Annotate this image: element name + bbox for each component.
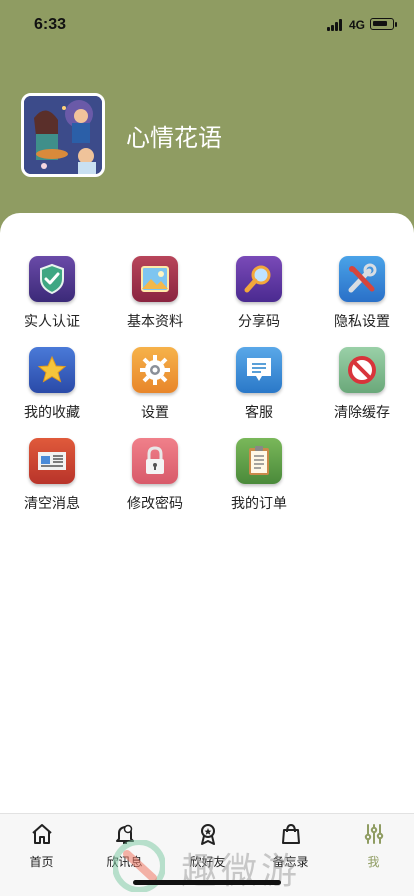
menu-sheet: 实人认证 基本资料 分享码 隐私设置 我的收藏 设置 客服 清除缓存 清空消息 …	[0, 213, 414, 896]
sliders-icon	[364, 824, 384, 844]
menu-item-label: 修改密码	[127, 496, 183, 512]
tools-icon	[339, 256, 385, 302]
news-icon	[29, 438, 75, 484]
avatar[interactable]	[21, 93, 105, 177]
avatar-illustration	[24, 96, 102, 174]
status-bar: 6:33 4G	[0, 0, 414, 48]
lock-icon	[132, 438, 178, 484]
menu-item-label: 我的收藏	[24, 405, 80, 421]
watermark-text: 趣微游	[181, 851, 302, 892]
menu-item-label: 实人认证	[24, 314, 80, 330]
menu-item-my-favorites[interactable]: 我的收藏	[0, 347, 104, 427]
clipboard-icon	[236, 438, 282, 484]
menu-item-customer-service[interactable]: 客服	[207, 347, 311, 427]
chat-bubble-icon	[236, 347, 282, 393]
profile-header: 6:33 4G 心情花语	[0, 0, 414, 240]
menu-item-label: 分享码	[238, 314, 280, 330]
gear-icon	[132, 347, 178, 393]
tab-label: 我	[367, 855, 380, 869]
no-entry-icon	[339, 347, 385, 393]
network-type: 4G	[349, 18, 366, 32]
star-icon	[29, 347, 75, 393]
battery-cap	[395, 22, 397, 27]
tab-me[interactable]: 我	[332, 822, 414, 872]
menu-item-label: 设置	[141, 405, 169, 421]
tab-home[interactable]: 首页	[0, 822, 83, 872]
menu-item-label: 客服	[245, 405, 273, 421]
status-time: 6:33	[34, 16, 67, 33]
image-icon	[132, 256, 178, 302]
menu-item-label: 基本资料	[127, 314, 183, 330]
battery-icon	[370, 18, 394, 30]
menu-item-label: 我的订单	[231, 496, 287, 512]
menu-item-my-orders[interactable]: 我的订单	[207, 438, 311, 518]
menu-item-label: 清空消息	[24, 496, 80, 512]
signal-icon	[327, 19, 345, 31]
magnifier-icon	[236, 256, 282, 302]
home-indicator	[133, 880, 281, 885]
menu-item-clear-cache[interactable]: 清除缓存	[310, 347, 414, 427]
shield-check-icon	[29, 256, 75, 302]
menu-item-label: 隐私设置	[334, 314, 390, 330]
username: 心情花语	[126, 124, 222, 152]
tab-label: 首页	[29, 855, 54, 869]
menu-item-privacy-settings[interactable]: 隐私设置	[310, 256, 414, 336]
menu-item-change-password[interactable]: 修改密码	[103, 438, 207, 518]
menu-item-share-code[interactable]: 分享码	[207, 256, 311, 336]
menu-item-real-name-auth[interactable]: 实人认证	[0, 256, 104, 336]
menu-item-settings[interactable]: 设置	[103, 347, 207, 427]
home-icon	[32, 824, 52, 844]
menu-item-label: 清除缓存	[334, 405, 390, 421]
menu-item-basic-info[interactable]: 基本资料	[103, 256, 207, 336]
menu-item-clear-messages[interactable]: 清空消息	[0, 438, 104, 518]
